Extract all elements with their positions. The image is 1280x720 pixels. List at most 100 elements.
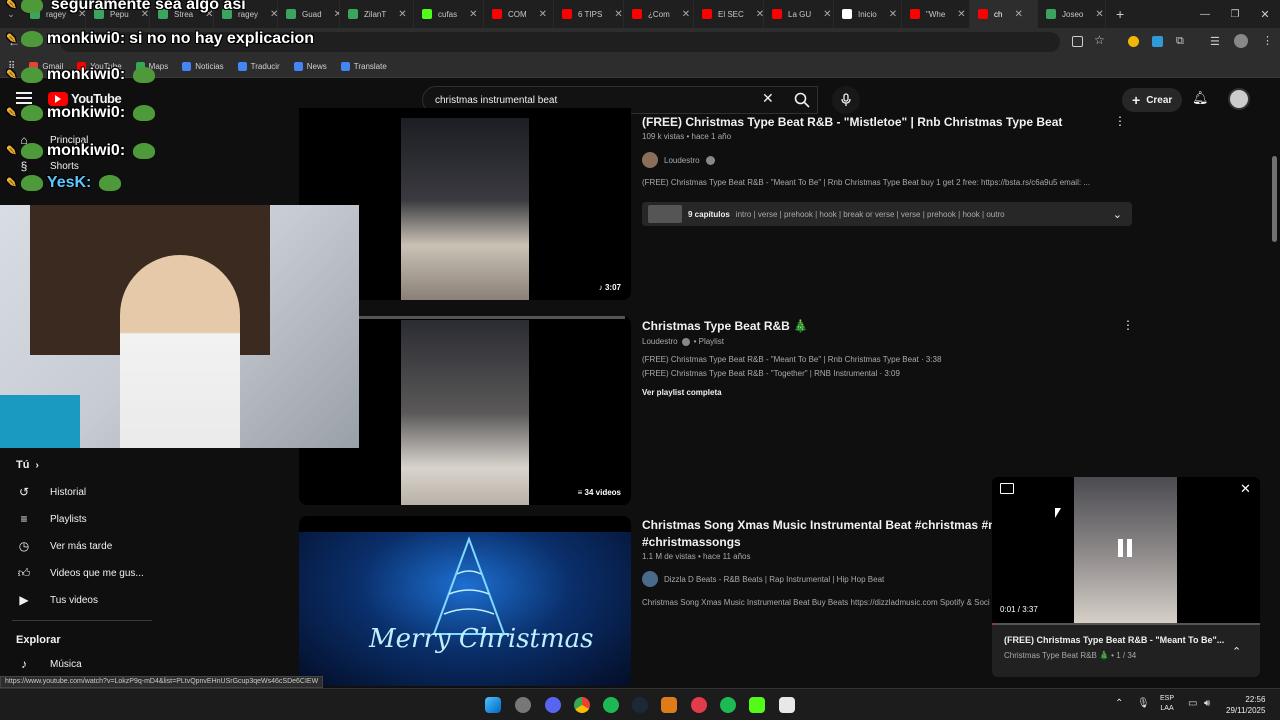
create-button[interactable]: + Crear xyxy=(1122,88,1183,112)
volume-icon[interactable]: 🔊︎ xyxy=(1204,698,1210,709)
result-3-title-line-1[interactable]: Christmas Song Xmas Music Instrumental B… xyxy=(642,518,1013,532)
sidebar-item-liked-videos[interactable]: 👍︎ Videos que me gus... xyxy=(16,565,144,581)
reading-list-icon[interactable]: ☰ xyxy=(1210,35,1220,48)
playlist-item[interactable]: (FREE) Christmas Type Beat R&B - "Togeth… xyxy=(642,369,900,378)
result-2-title[interactable]: Christmas Type Beat R&B 🎄 xyxy=(642,319,808,333)
close-tab-icon[interactable]: ✕ xyxy=(539,9,547,20)
result-3-thumbnail[interactable]: Merry Christmas xyxy=(299,516,631,686)
miniplayer-time: 0:01 / 3:37 xyxy=(1000,605,1038,614)
start-menu-icon[interactable] xyxy=(485,697,501,713)
result-2-channel[interactable]: Loudestro • Playlist xyxy=(642,337,724,346)
spotify-icon[interactable] xyxy=(603,697,619,713)
discord-icon[interactable] xyxy=(545,697,561,713)
result-3-channel[interactable]: Dizzla D Beats - R&B Beats | Rap Instrum… xyxy=(642,571,884,587)
sidebar-item-historial[interactable]: ↺ Historial xyxy=(16,484,86,500)
playlist-item[interactable]: (FREE) Christmas Type Beat R&B - "Meant … xyxy=(642,355,941,364)
close-window-button[interactable]: ✕ xyxy=(1250,8,1280,21)
close-tab-icon[interactable]: ✕ xyxy=(614,9,622,20)
app-icon-3[interactable] xyxy=(691,697,707,713)
close-tab-icon[interactable]: ✕ xyxy=(398,9,406,20)
browser-tab[interactable]: Guad✕ xyxy=(278,0,340,28)
close-tab-icon[interactable]: ✕ xyxy=(1014,9,1022,20)
browser-menu-icon[interactable]: ⋮ xyxy=(1262,34,1273,47)
browser-tab[interactable]: ZilanT ✕ xyxy=(340,0,414,28)
chevron-up-icon[interactable]: ⌃ xyxy=(1232,645,1241,658)
browser-tab[interactable]: ¿Com ✕ xyxy=(624,0,694,28)
bookmark-item[interactable]: Noticias xyxy=(182,62,224,71)
chrome-icon[interactable] xyxy=(574,697,590,713)
browser-tab[interactable]: La GU ✕ xyxy=(764,0,834,28)
bookmark-item[interactable]: Translate xyxy=(340,62,387,71)
sidebar-item-playlists[interactable]: ≡ Playlists xyxy=(16,511,86,527)
close-tab-icon[interactable]: ✕ xyxy=(957,9,965,20)
browser-tab[interactable]: 6 TIPS ✕ xyxy=(554,0,624,28)
pause-icon[interactable] xyxy=(1118,539,1132,557)
browser-tab[interactable]: "Whe ✕ xyxy=(902,0,970,28)
spotify-icon-2[interactable] xyxy=(720,697,736,713)
account-avatar[interactable] xyxy=(1228,88,1250,110)
steam-icon[interactable] xyxy=(632,697,648,713)
page-scrollbar-thumb[interactable] xyxy=(1272,156,1277,242)
search-button[interactable] xyxy=(784,86,820,114)
extensions-puzzle-icon[interactable]: ⧉ xyxy=(1176,35,1184,48)
browser-tab[interactable]: Inicio ✕ xyxy=(834,0,902,28)
browser-tab[interactable]: El SEC ✕ xyxy=(694,0,764,28)
maximize-button[interactable]: ❐ xyxy=(1220,9,1250,20)
screen-cast-icon[interactable] xyxy=(1072,36,1083,47)
tray-mic-icon[interactable]: 🎙︎ xyxy=(1137,698,1150,709)
view-full-playlist-link[interactable]: Ver playlist completa xyxy=(642,388,722,397)
sidebar-item-ver-mas-tarde[interactable]: ◷ Ver más tarde xyxy=(16,538,113,554)
browser-tab[interactable]: cufas ✕ xyxy=(414,0,484,28)
tray-chevron-icon[interactable]: ⌃ xyxy=(1115,698,1123,709)
result-2-menu-icon[interactable]: ⋮ xyxy=(1122,318,1134,332)
close-miniplayer-icon[interactable]: ✕ xyxy=(1240,481,1251,497)
chat-message: ✎ monkiwi0: xyxy=(6,104,156,122)
new-tab-button[interactable]: + xyxy=(1106,6,1134,22)
miniplayer[interactable]: ✕ 0:01 / 3:37 (FREE) Christmas Type Beat… xyxy=(992,477,1260,677)
hamburger-menu-icon[interactable] xyxy=(16,92,32,104)
extension-icon-2[interactable] xyxy=(1152,36,1163,47)
sidebar-item-tus-videos[interactable]: ▶ Tus videos xyxy=(16,592,98,608)
voice-search-button[interactable] xyxy=(832,86,860,114)
miniplayer-progress-track[interactable] xyxy=(992,623,1260,625)
app-icon-1[interactable] xyxy=(515,697,531,713)
expand-miniplayer-icon[interactable] xyxy=(1000,483,1014,494)
bookmark-item[interactable]: Traducir xyxy=(237,62,280,71)
close-tab-icon[interactable]: ✕ xyxy=(823,9,831,20)
browser-tab[interactable]: COM ✕ xyxy=(484,0,554,28)
clock[interactable]: 22:56 29/11/2025 xyxy=(1226,694,1265,716)
close-tab-icon[interactable]: ✕ xyxy=(469,9,477,20)
language-indicator[interactable]: ESP LAA xyxy=(1160,694,1174,714)
notifications-bell-icon[interactable]: 🔔︎ xyxy=(1192,90,1209,106)
result-1-title[interactable]: (FREE) Christmas Type Beat R&B - "Mistle… xyxy=(642,115,1062,129)
close-tab-icon[interactable]: ✕ xyxy=(270,9,277,20)
minimize-button[interactable]: — xyxy=(1190,9,1220,20)
result-3-title-line-2[interactable]: #christmassongs xyxy=(642,535,741,549)
app-icon-4[interactable] xyxy=(779,697,795,713)
sidebar-item-shorts[interactable]: § Shorts xyxy=(16,158,79,174)
miniplayer-title[interactable]: (FREE) Christmas Type Beat R&B - "Meant … xyxy=(1004,635,1224,645)
bookmark-item[interactable]: News xyxy=(293,62,327,71)
miniplayer-video[interactable]: ✕ 0:01 / 3:37 xyxy=(992,477,1260,625)
browser-tab[interactable]: ch ✕ xyxy=(970,0,1038,28)
result-1-chapters[interactable]: 9 capítulos intro | verse | prehook | ho… xyxy=(642,202,1132,226)
bookmark-star-icon[interactable]: ☆ xyxy=(1094,33,1105,47)
close-tab-icon[interactable]: ✕ xyxy=(682,9,690,20)
clear-search-icon[interactable]: ✕ xyxy=(762,90,774,107)
clock-icon: ◷ xyxy=(18,539,30,553)
result-1-channel[interactable]: Loudestro xyxy=(642,152,715,168)
result-1-menu-icon[interactable]: ⋮ xyxy=(1114,114,1126,128)
close-tab-icon[interactable]: ✕ xyxy=(1095,9,1103,20)
extension-icon-1[interactable] xyxy=(1128,36,1139,47)
chat-text: seguramente sea algo asi xyxy=(50,0,246,13)
profile-avatar[interactable] xyxy=(1234,34,1248,48)
browser-tab[interactable]: Joseo ✕ xyxy=(1038,0,1106,28)
network-icon[interactable]: ▭ xyxy=(1188,698,1197,709)
close-tab-icon[interactable]: ✕ xyxy=(756,9,763,20)
kick-icon[interactable] xyxy=(749,697,765,713)
close-tab-icon[interactable]: ✕ xyxy=(889,9,897,20)
app-icon-2[interactable] xyxy=(661,697,677,713)
tab-favicon-icon xyxy=(422,9,432,19)
sidebar-you-header[interactable]: Tú › xyxy=(16,459,39,471)
sidebar-item-musica[interactable]: ♪ Música xyxy=(16,656,82,672)
